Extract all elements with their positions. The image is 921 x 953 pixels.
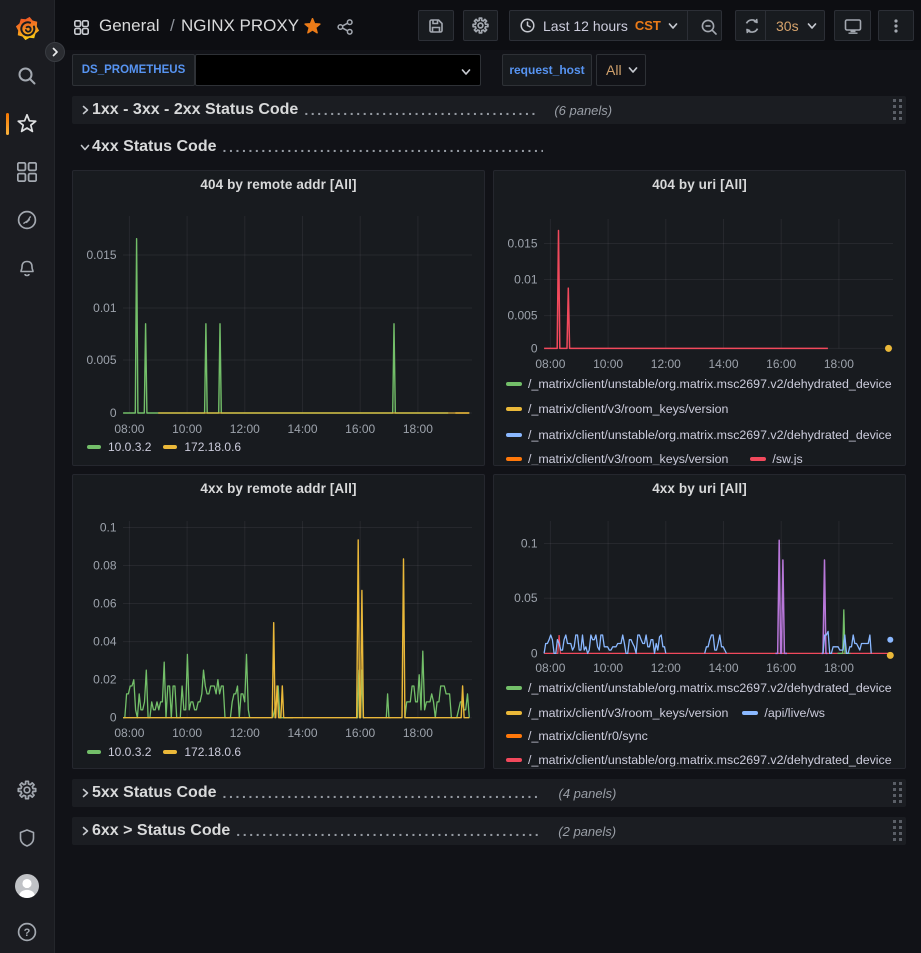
svg-text:16:00: 16:00: [345, 726, 375, 740]
svg-text:14:00: 14:00: [287, 726, 317, 740]
svg-text:0.005: 0.005: [507, 309, 537, 323]
svg-text:18:00: 18:00: [824, 661, 854, 675]
svg-text:0.01: 0.01: [514, 273, 538, 287]
svg-text:08:00: 08:00: [535, 357, 565, 371]
svg-text:0.08: 0.08: [93, 559, 117, 573]
svg-text:0.005: 0.005: [86, 353, 116, 367]
svg-text:12:00: 12:00: [230, 422, 260, 436]
svg-text:0.01: 0.01: [93, 301, 117, 315]
svg-text:0.015: 0.015: [86, 248, 116, 262]
svg-text:10:00: 10:00: [172, 422, 202, 436]
svg-text:10:00: 10:00: [593, 357, 623, 371]
svg-text:16:00: 16:00: [766, 357, 796, 371]
svg-text:?: ?: [24, 927, 31, 939]
svg-text:0.05: 0.05: [514, 591, 538, 605]
svg-text:10:00: 10:00: [172, 726, 202, 740]
svg-text:14:00: 14:00: [708, 357, 738, 371]
svg-text:10:00: 10:00: [593, 661, 623, 675]
svg-text:08:00: 08:00: [535, 661, 565, 675]
svg-text:0.06: 0.06: [93, 597, 117, 611]
svg-text:18:00: 18:00: [403, 726, 433, 740]
svg-text:08:00: 08:00: [114, 422, 144, 436]
svg-text:0.04: 0.04: [93, 635, 117, 649]
svg-text:18:00: 18:00: [403, 422, 433, 436]
svg-text:0: 0: [110, 406, 117, 420]
svg-text:0: 0: [531, 341, 538, 355]
svg-text:14:00: 14:00: [287, 422, 317, 436]
svg-text:0.02: 0.02: [93, 673, 117, 687]
svg-text:0.015: 0.015: [507, 237, 537, 251]
svg-text:12:00: 12:00: [230, 726, 260, 740]
svg-text:16:00: 16:00: [766, 661, 796, 675]
svg-text:12:00: 12:00: [651, 661, 681, 675]
svg-text:0.1: 0.1: [100, 521, 117, 535]
svg-text:18:00: 18:00: [824, 357, 854, 371]
svg-text:0: 0: [531, 646, 538, 660]
svg-text:0.1: 0.1: [521, 537, 538, 551]
svg-text:14:00: 14:00: [708, 661, 738, 675]
svg-text:0: 0: [110, 711, 117, 725]
svg-text:16:00: 16:00: [345, 422, 375, 436]
svg-text:12:00: 12:00: [651, 357, 681, 371]
svg-text:08:00: 08:00: [114, 726, 144, 740]
